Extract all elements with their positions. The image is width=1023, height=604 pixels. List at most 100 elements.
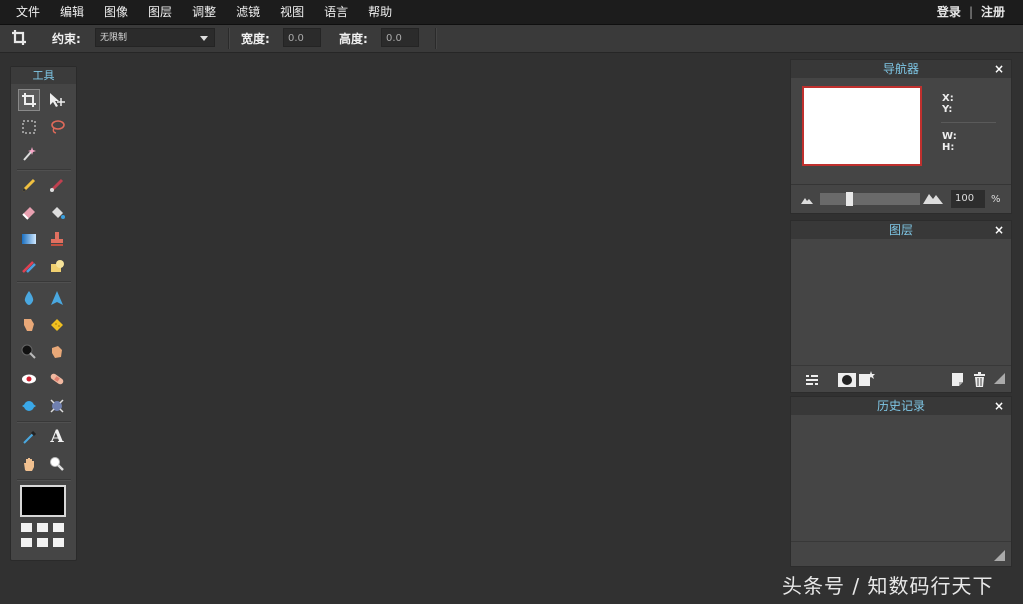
menu-filter[interactable]: 滤镜 (226, 0, 270, 24)
preset-swatch[interactable] (53, 538, 64, 547)
gradient-tool[interactable] (18, 228, 40, 250)
eyedropper-icon (23, 430, 37, 444)
paint-bucket-icon (52, 207, 65, 219)
tools-title: 工具 (11, 67, 76, 84)
navigator-title: 导航器 (882, 62, 919, 76)
lasso-tool[interactable] (46, 116, 68, 138)
preset-swatch[interactable] (37, 523, 48, 532)
navigator-thumbnail[interactable] (802, 86, 922, 166)
height-input[interactable]: 0.0 (381, 28, 419, 47)
trash-icon[interactable] (973, 372, 986, 387)
login-link[interactable]: 登录 (937, 0, 961, 24)
brush-icon (50, 178, 64, 192)
bandage-icon (50, 373, 64, 385)
menu-file[interactable]: 文件 (6, 0, 50, 24)
zoom-tool[interactable] (46, 453, 68, 475)
hand-tool[interactable] (18, 453, 40, 475)
move-tool[interactable] (46, 89, 68, 111)
preset-swatch[interactable] (53, 523, 64, 532)
color-replace-icon (22, 261, 36, 273)
selection-size: W: H: (942, 131, 957, 153)
close-icon[interactable]: × (994, 397, 1004, 415)
chevron-down-icon (200, 36, 208, 41)
close-icon[interactable]: × (994, 221, 1004, 239)
zoom-unit: % (991, 194, 1001, 205)
tool-divider (17, 281, 71, 283)
register-link[interactable]: 注册 (981, 0, 1005, 24)
color-presets (21, 523, 67, 551)
eraser-tool[interactable] (18, 201, 40, 223)
menu-view[interactable]: 视图 (270, 0, 314, 24)
h-label: H: (942, 142, 955, 153)
spot-heal-icon (51, 260, 64, 272)
spot-heal-tool[interactable] (46, 255, 68, 277)
mountain-small-icon[interactable] (801, 195, 813, 204)
burn-icon (21, 344, 36, 359)
blur-tool[interactable] (18, 287, 40, 309)
foreground-color-swatch[interactable] (20, 485, 66, 517)
bloat-icon (22, 401, 36, 411)
color-replace-tool[interactable] (18, 255, 40, 277)
smudge-tool[interactable] (18, 314, 40, 336)
dodge-tool[interactable] (46, 341, 68, 363)
menu-language[interactable]: 语言 (314, 0, 358, 24)
layer-effects-icon[interactable] (859, 371, 877, 387)
history-header: 历史记录 × (791, 397, 1011, 415)
pinch-tool[interactable] (46, 395, 68, 417)
tool-divider (17, 421, 71, 423)
preset-swatch[interactable] (21, 523, 32, 532)
bloat-tool[interactable] (18, 395, 40, 417)
menu-items: 文件 编辑 图像 图层 调整 滤镜 视图 语言 帮助 (6, 0, 402, 24)
coords-divider (941, 122, 996, 123)
paint-bucket-tool[interactable] (46, 201, 68, 223)
hand-icon (24, 458, 34, 471)
layers-header: 图层 × (791, 221, 1011, 239)
cursor-coords: X: Y: (942, 93, 954, 115)
navigator-header: 导航器 × (791, 60, 1011, 78)
x-label: X: (942, 93, 954, 104)
sharpen-tool[interactable] (46, 287, 68, 309)
new-layer-icon[interactable] (951, 372, 964, 387)
menu-edit[interactable]: 编辑 (50, 0, 94, 24)
menu-bar: 文件 编辑 图像 图层 调整 滤镜 视图 语言 帮助 登录 | 注册 (0, 0, 1023, 25)
zoom-slider[interactable] (820, 192, 920, 206)
constraint-value: 无限制 (100, 33, 128, 43)
layers-title: 图层 (888, 223, 913, 237)
preset-swatch[interactable] (37, 538, 48, 547)
layer-settings-icon[interactable] (805, 373, 819, 387)
y-label: Y: (942, 104, 953, 115)
magic-wand-tool[interactable] (18, 143, 40, 165)
menu-layer[interactable]: 图层 (138, 0, 182, 24)
clone-stamp-icon (51, 232, 63, 246)
close-icon[interactable]: × (994, 60, 1004, 78)
sharpen-icon (51, 291, 63, 305)
clone-stamp-tool[interactable] (46, 228, 68, 250)
red-eye-tool[interactable] (18, 368, 40, 390)
gradient-icon (22, 234, 36, 244)
sponge-tool[interactable] (46, 314, 68, 336)
menu-help[interactable]: 帮助 (358, 0, 402, 24)
crop-tool[interactable] (18, 89, 40, 111)
burn-tool[interactable] (18, 341, 40, 363)
pencil-tool[interactable] (18, 174, 40, 196)
auth-links: 登录 | 注册 (937, 0, 1005, 24)
constraint-select[interactable]: 无限制 (95, 28, 215, 47)
menu-image[interactable]: 图像 (94, 0, 138, 24)
resize-handle-icon[interactable] (994, 550, 1005, 561)
zoom-input[interactable]: 100 (951, 190, 985, 208)
preset-swatch[interactable] (21, 538, 32, 547)
w-label: W: (942, 131, 957, 142)
menu-adjust[interactable]: 调整 (182, 0, 226, 24)
color-picker-tool[interactable] (18, 426, 40, 448)
marquee-tool[interactable] (18, 116, 40, 138)
navigator-panel: 导航器 × X: Y: W: H: 100 % (790, 59, 1012, 214)
brush-tool[interactable] (46, 174, 68, 196)
water-drop-icon (24, 291, 34, 305)
width-input[interactable]: 0.0 (283, 28, 321, 47)
type-tool[interactable]: A (46, 426, 68, 448)
bandage-tool[interactable] (46, 368, 68, 390)
mountain-large-icon[interactable] (923, 190, 943, 204)
layer-mask-icon[interactable] (838, 373, 856, 387)
resize-handle-icon[interactable] (994, 373, 1005, 384)
zoom-slider-handle[interactable] (846, 192, 854, 206)
